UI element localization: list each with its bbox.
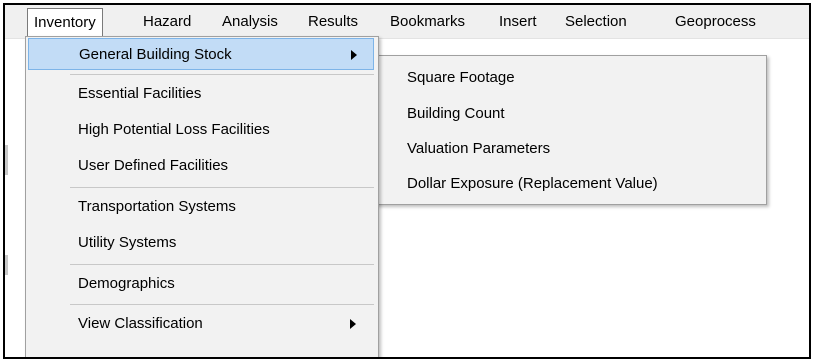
- menu-item-essential-facilities[interactable]: Essential Facilities: [28, 78, 374, 110]
- submenu-item-label: Valuation Parameters: [407, 140, 551, 157]
- menu-bar: Inventory Hazard Analysis Results Bookma…: [5, 5, 809, 39]
- menubar-hazard[interactable]: Hazard: [137, 9, 197, 35]
- general-building-stock-submenu: Square Footage Building Count Valuation …: [371, 55, 767, 205]
- menu-item-user-defined-facilities[interactable]: User Defined Facilities: [28, 150, 374, 182]
- menu-item-transportation-systems[interactable]: Transportation Systems: [28, 191, 374, 223]
- menu-item-general-building-stock[interactable]: General Building Stock: [28, 38, 374, 70]
- menu-separator: [70, 304, 374, 305]
- background-edge: [5, 255, 8, 275]
- submenu-item-square-footage[interactable]: Square Footage: [374, 61, 764, 95]
- menu-item-label: View Classification: [78, 315, 203, 332]
- submenu-item-label: Square Footage: [407, 69, 515, 86]
- menu-item-label: User Defined Facilities: [78, 157, 229, 174]
- menubar-inventory[interactable]: Inventory: [27, 8, 103, 37]
- submenu-arrow-icon: [351, 50, 357, 60]
- background-edge: [5, 145, 8, 175]
- menu-item-high-potential-loss-facilities[interactable]: High Potential Loss Facilities: [28, 114, 374, 146]
- menu-separator: [70, 264, 374, 265]
- menu-item-label: General Building Stock: [79, 46, 232, 63]
- menubar-selection[interactable]: Selection: [559, 9, 633, 35]
- submenu-item-building-count[interactable]: Building Count: [374, 97, 764, 131]
- menu-item-label: Demographics: [78, 275, 175, 292]
- menu-item-label: High Potential Loss Facilities: [78, 121, 270, 138]
- menubar-insert[interactable]: Insert: [493, 9, 543, 35]
- submenu-arrow-icon: [350, 319, 356, 329]
- menu-item-label: Essential Facilities: [78, 85, 202, 102]
- submenu-item-label: Building Count: [407, 105, 505, 122]
- menu-item-utility-systems[interactable]: Utility Systems: [28, 227, 374, 259]
- submenu-item-label: Dollar Exposure (Replacement Value): [407, 175, 658, 192]
- menu-separator: [70, 74, 374, 75]
- menu-separator: [70, 187, 374, 188]
- menu-item-label: Transportation Systems: [78, 198, 236, 215]
- app-window: Inventory Hazard Analysis Results Bookma…: [3, 3, 811, 359]
- menu-item-label: Utility Systems: [78, 234, 177, 251]
- menubar-analysis[interactable]: Analysis: [216, 9, 284, 35]
- submenu-item-valuation-parameters[interactable]: Valuation Parameters: [374, 132, 764, 166]
- menubar-geoprocess[interactable]: Geoprocess: [669, 9, 762, 35]
- menu-item-view-classification[interactable]: View Classification: [28, 308, 374, 340]
- inventory-menu: General Building Stock Essential Facilit…: [25, 36, 379, 357]
- menubar-results[interactable]: Results: [302, 9, 364, 35]
- menu-item-demographics[interactable]: Demographics: [28, 268, 374, 300]
- submenu-item-dollar-exposure[interactable]: Dollar Exposure (Replacement Value): [374, 167, 764, 201]
- menubar-bookmarks[interactable]: Bookmarks: [384, 9, 471, 35]
